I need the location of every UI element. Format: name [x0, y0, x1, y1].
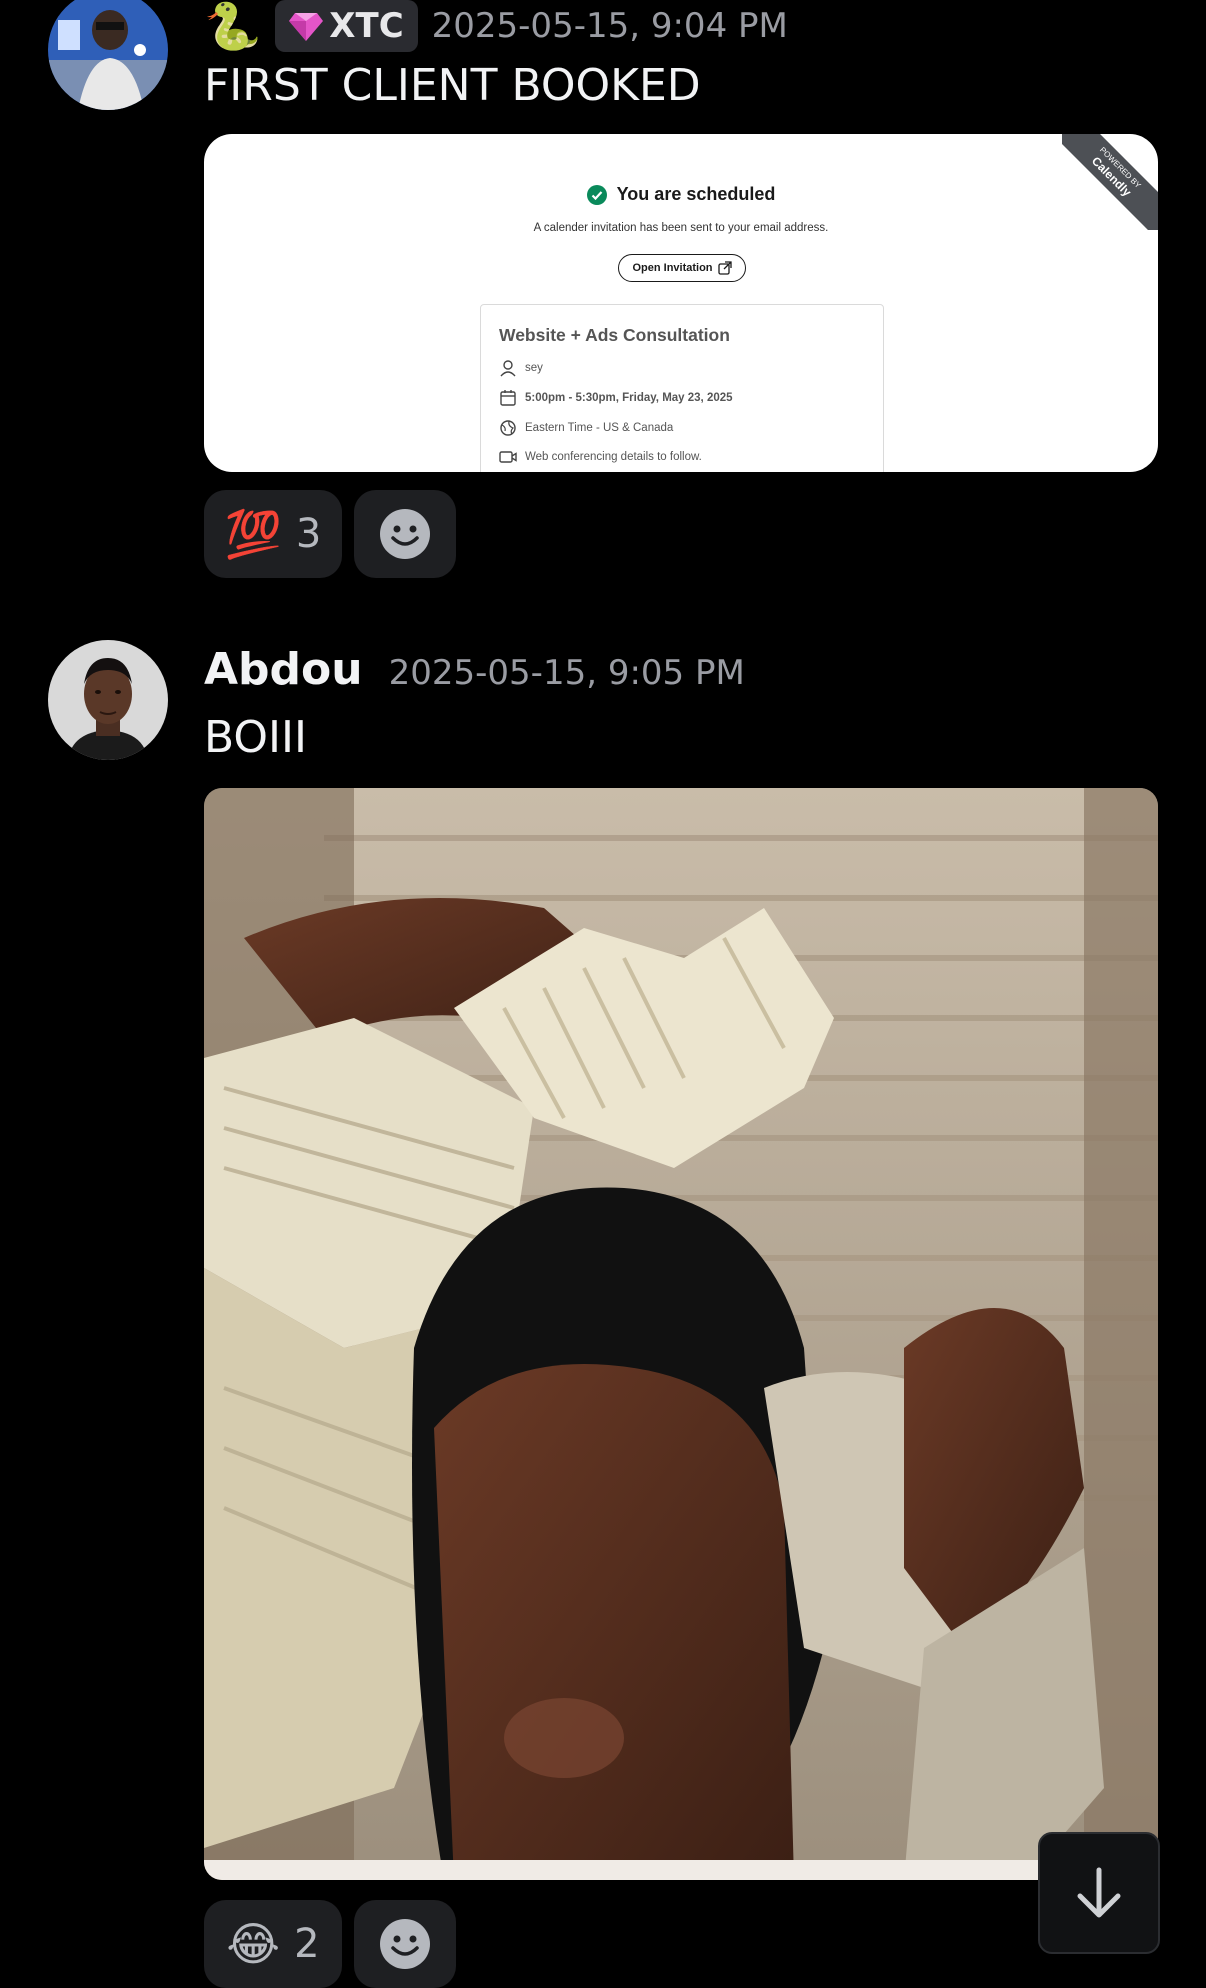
smiley-face-icon — [380, 1919, 430, 1969]
embed-subtitle: A calender invitation has been sent to y… — [533, 222, 829, 234]
author-name[interactable]: Abdou — [204, 644, 363, 695]
event-detail-invitee: sey — [525, 362, 543, 374]
check-circle-icon — [586, 184, 607, 205]
add-reaction-button[interactable] — [354, 1900, 456, 1988]
message-timestamp: 2025-05-15, 9:04 PM — [431, 6, 788, 46]
video-icon — [499, 451, 517, 463]
reaction-100[interactable]: 💯 3 — [204, 490, 342, 578]
gem-icon — [289, 13, 324, 41]
globe-icon — [500, 420, 516, 436]
reaction-count: 2 — [294, 1921, 320, 1967]
open-invitation-button[interactable]: Open Invitation — [618, 254, 746, 282]
calendly-embed-card[interactable]: POWERED BY Calendly You are scheduled A … — [204, 134, 1158, 472]
message-text: BOIII — [204, 712, 307, 763]
snake-emoji: 🐍 — [204, 0, 262, 53]
avatar-xtc[interactable] — [48, 0, 168, 110]
hundred-emoji: 💯 — [224, 506, 282, 561]
event-detail-timezone: Eastern Time - US & Canada — [525, 422, 674, 434]
reaction-laugh[interactable]: 😂 2 — [204, 1900, 342, 1988]
arrow-down-icon — [1077, 1867, 1121, 1918]
external-link-icon — [717, 261, 732, 275]
calendar-icon — [500, 390, 516, 406]
avatar-abdou[interactable] — [48, 640, 168, 760]
role-tag-label: XTC — [329, 6, 404, 46]
event-title: Website + Ads Consultation — [499, 325, 730, 345]
laughing-emoji: 😂 — [226, 1917, 281, 1971]
open-invitation-label: Open Invitation — [632, 262, 713, 274]
embed-title: You are scheduled — [616, 184, 776, 204]
message-timestamp: 2025-05-15, 9:05 PM — [388, 653, 745, 693]
smiley-face-icon — [380, 509, 430, 559]
event-detail-datetime: 5:00pm - 5:30pm, Friday, May 23, 2025 — [525, 392, 733, 404]
reaction-count: 3 — [295, 511, 322, 557]
message-text: FIRST CLIENT BOOKED — [204, 60, 701, 111]
event-detail-location: Web conferencing details to follow. — [525, 451, 702, 463]
money-gif-image[interactable] — [204, 788, 1158, 1880]
event-details-box: Website + Ads Consultation sey 5:00pm - … — [480, 304, 884, 472]
powered-by-calendly-banner: POWERED BY Calendly — [1062, 134, 1158, 230]
person-icon — [500, 360, 516, 377]
add-reaction-button[interactable] — [354, 490, 456, 578]
role-tag[interactable]: XTC — [275, 0, 418, 52]
scroll-to-bottom-button[interactable] — [1038, 1832, 1160, 1954]
